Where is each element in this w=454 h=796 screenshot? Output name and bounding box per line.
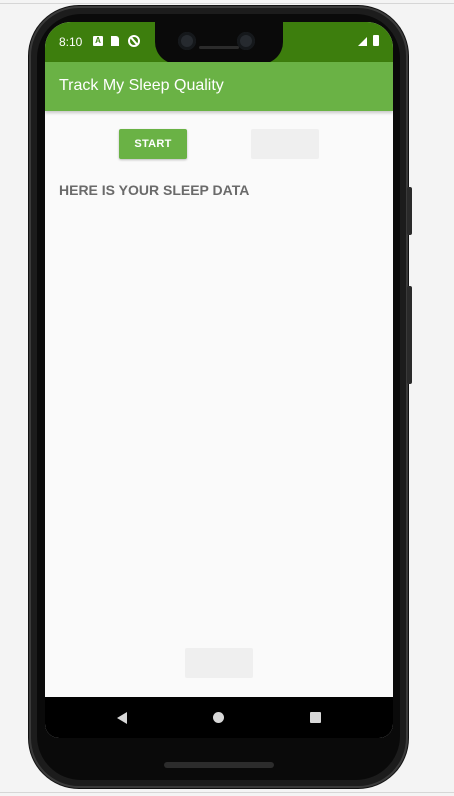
no-disturb-icon bbox=[128, 35, 140, 47]
app-title: Track My Sleep Quality bbox=[59, 77, 224, 94]
stop-button[interactable] bbox=[251, 129, 319, 159]
recents-icon[interactable] bbox=[310, 712, 321, 723]
battery-icon bbox=[373, 35, 379, 46]
status-time: 8:10 bbox=[59, 35, 83, 49]
navigation-bar bbox=[45, 697, 393, 738]
power-button bbox=[407, 187, 412, 235]
camera-notch bbox=[155, 22, 283, 64]
earpiece-speaker bbox=[199, 46, 239, 49]
volume-button bbox=[407, 286, 412, 384]
start-button[interactable]: START bbox=[119, 129, 187, 159]
back-icon[interactable] bbox=[117, 712, 127, 724]
front-camera-icon bbox=[178, 32, 196, 50]
home-icon[interactable] bbox=[213, 712, 224, 723]
top-divider bbox=[0, 3, 454, 4]
a-notification-icon: A bbox=[93, 36, 103, 46]
device-screen: 8:10 A Track My Sleep Quality START HERE… bbox=[45, 22, 393, 738]
bottom-divider bbox=[0, 792, 454, 793]
front-sensor-icon bbox=[237, 32, 255, 50]
clear-button[interactable] bbox=[185, 648, 253, 678]
signal-icon bbox=[358, 37, 367, 46]
bottom-speaker-grille bbox=[164, 762, 274, 768]
sd-card-icon bbox=[111, 36, 119, 46]
app-bar: Track My Sleep Quality bbox=[45, 62, 393, 111]
sleep-data-heading: HERE IS YOUR SLEEP DATA bbox=[59, 182, 250, 198]
